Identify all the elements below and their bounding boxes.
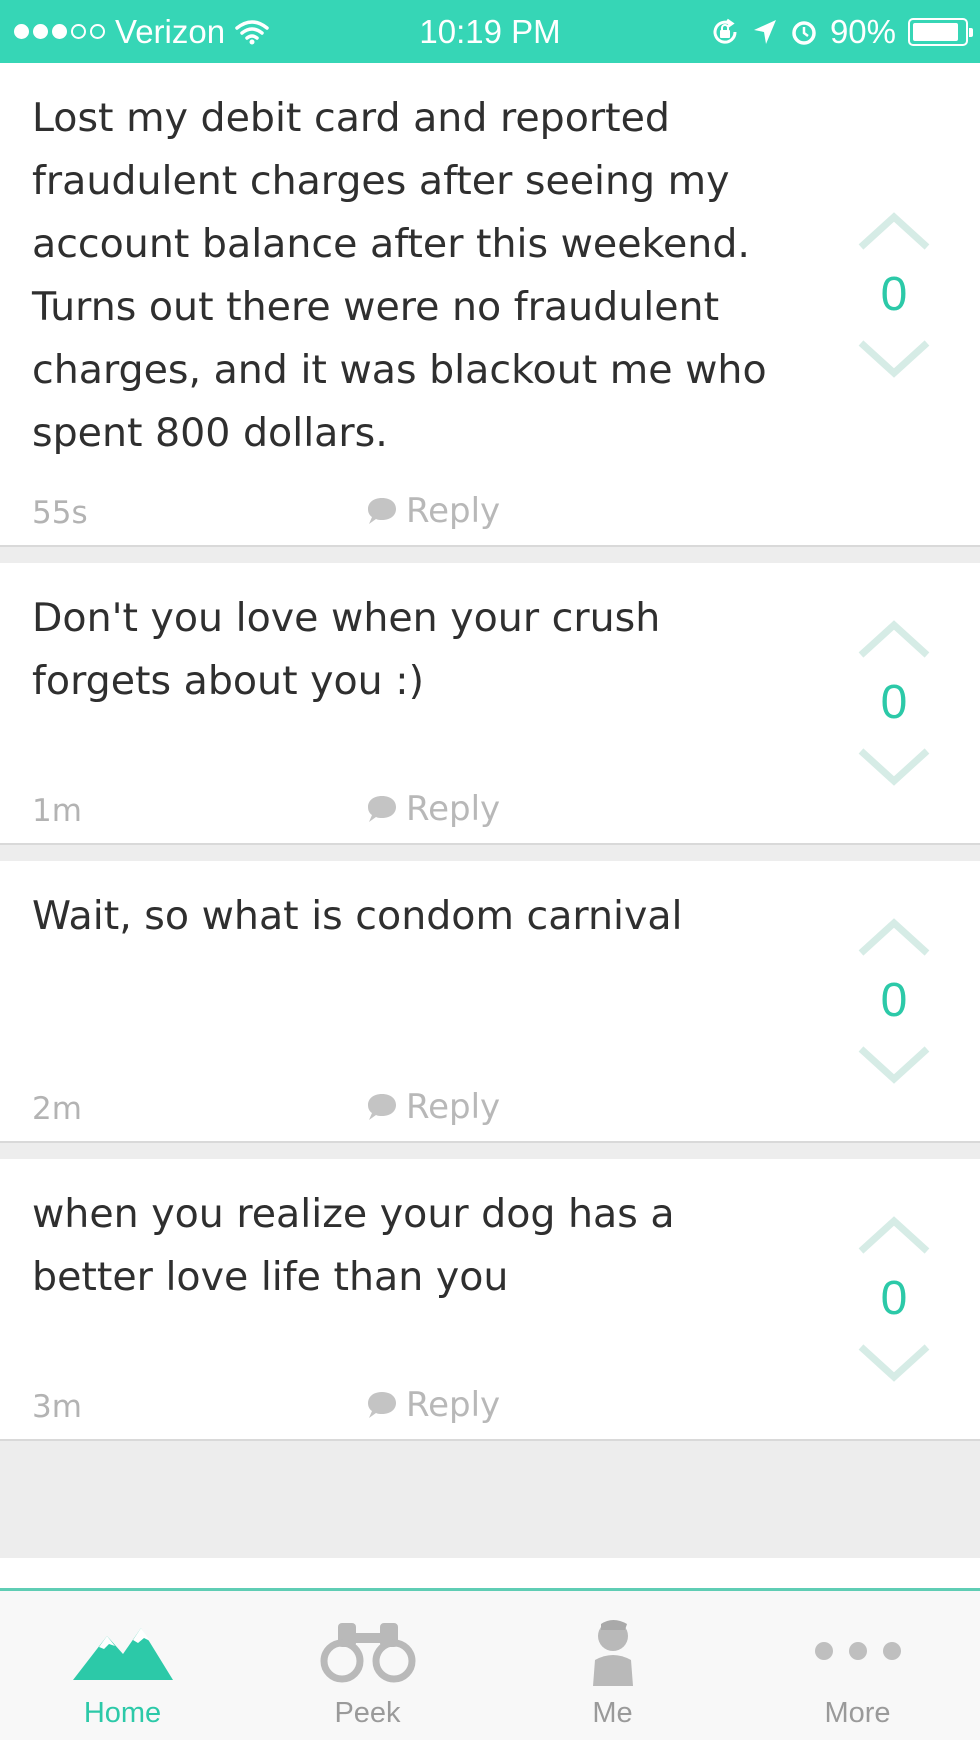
vote-control: 0 (852, 617, 936, 789)
vote-control: 0 (852, 209, 936, 381)
post-meta: 2m Reply (32, 1087, 732, 1127)
vote-count: 0 (880, 974, 908, 1027)
reply-button[interactable]: Reply (366, 491, 500, 531)
tab-peek[interactable]: Peek (245, 1591, 490, 1740)
person-icon (592, 1620, 633, 1686)
downvote-arrow-icon[interactable] (855, 1043, 933, 1087)
rotation-lock-icon (713, 18, 737, 44)
reply-label: Reply (406, 1385, 501, 1425)
speech-bubble-icon (368, 1094, 396, 1120)
speech-bubble-icon (368, 498, 396, 524)
more-dots-icon (814, 1642, 901, 1660)
speech-bubble-icon (368, 796, 396, 822)
status-left: Verizon (14, 0, 269, 63)
reply-button[interactable]: Reply (366, 1385, 500, 1425)
feed[interactable]: Lost my debit card and reported fraudule… (0, 63, 980, 1457)
upvote-arrow-icon[interactable] (855, 209, 933, 253)
reply-button[interactable]: Reply (366, 789, 500, 829)
binoculars-icon (320, 1623, 415, 1683)
status-time: 10:19 PM (419, 12, 561, 50)
post-card: Lost my debit card and reported fraudule… (0, 63, 980, 547)
post-text: Lost my debit card and reported fraudule… (32, 95, 767, 456)
post-time: 3m (32, 1389, 82, 1425)
wifi-icon (235, 19, 269, 44)
tab-me[interactable]: Me (490, 1591, 735, 1740)
carrier-name: Verizon (115, 12, 226, 50)
tab-label: Home (83, 1697, 162, 1729)
status-right: 90% (710, 0, 973, 63)
status-bar: Verizon 10:19 PM 90% (0, 0, 980, 63)
post-time: 2m (32, 1091, 82, 1127)
post-time: 1m (32, 793, 82, 829)
tab-home[interactable]: Home (0, 1591, 245, 1740)
post-text: Don't you love when your crush forgets a… (32, 595, 661, 704)
vote-count: 0 (880, 676, 908, 729)
tab-label: More (824, 1697, 891, 1729)
reply-label: Reply (406, 1087, 501, 1127)
post-text: Wait, so what is condom carnival (32, 893, 683, 939)
downvote-arrow-icon[interactable] (855, 337, 933, 381)
vote-control: 0 (852, 1213, 936, 1385)
battery-icon (908, 17, 973, 46)
post-meta: 1m Reply (32, 789, 732, 829)
upvote-arrow-icon[interactable] (855, 1213, 933, 1257)
downvote-arrow-icon[interactable] (855, 745, 933, 789)
location-arrow-icon (753, 19, 776, 44)
next-post-edge (0, 1558, 980, 1588)
vote-count: 0 (880, 268, 908, 321)
speech-bubble-icon (368, 1392, 396, 1418)
post-card: Wait, so what is condom carnival 0 2m Re… (0, 861, 980, 1143)
tab-more[interactable]: More (735, 1591, 980, 1740)
vote-control: 0 (852, 915, 936, 1087)
reply-label: Reply (406, 789, 501, 829)
downvote-arrow-icon[interactable] (855, 1341, 933, 1385)
tab-bar: Home Peek Me More (0, 1588, 980, 1740)
post-text: when you realize your dog has a better l… (32, 1191, 675, 1300)
signal-strength-icon (14, 24, 105, 39)
reply-button[interactable]: Reply (366, 1087, 500, 1127)
post-card: when you realize your dog has a better l… (0, 1159, 980, 1441)
reply-label: Reply (406, 491, 501, 531)
upvote-arrow-icon[interactable] (855, 617, 933, 661)
tab-label: Me (592, 1697, 633, 1729)
post-card: Don't you love when your crush forgets a… (0, 563, 980, 845)
vote-count: 0 (880, 1272, 908, 1325)
tab-label: Peek (334, 1697, 401, 1729)
upvote-arrow-icon[interactable] (855, 915, 933, 959)
post-time: 55s (32, 495, 88, 531)
battery-percent: 90% (829, 12, 896, 50)
post-meta: 3m Reply (32, 1385, 732, 1425)
post-meta: 55s Reply (32, 491, 732, 531)
alarm-icon (792, 20, 816, 45)
mountain-icon (72, 1628, 173, 1680)
